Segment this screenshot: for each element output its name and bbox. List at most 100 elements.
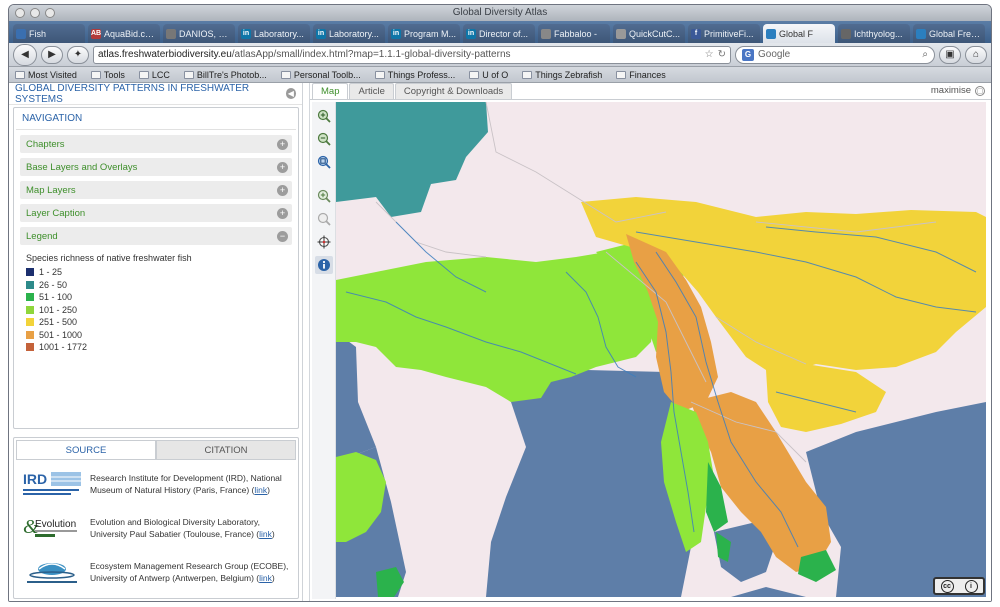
creative-commons-badge[interactable]: cc i <box>933 577 985 595</box>
bookmark-item[interactable]: LCC <box>138 70 170 80</box>
bookmark-star-icon[interactable]: ☆ <box>705 49 714 60</box>
search-bar[interactable]: G Google ⌕ <box>735 45 935 64</box>
svg-text:Evolution: Evolution <box>35 519 76 530</box>
tab-map[interactable]: Map <box>312 83 349 99</box>
legend-swatch <box>26 268 34 277</box>
zoom-previous-button[interactable] <box>315 210 333 228</box>
browser-tab[interactable]: QuickCutC... <box>613 24 685 43</box>
zoom-out-button[interactable] <box>315 130 333 148</box>
expand-icon: + <box>277 207 288 219</box>
search-icon[interactable]: ⌕ <box>922 49 928 60</box>
bookmark-label: Things Zebrafish <box>535 69 603 80</box>
browser-tab[interactable]: in Laboratory... <box>238 24 310 43</box>
zoom-in-button[interactable] <box>315 107 333 125</box>
sidebar: GLOBAL DIVERSITY PATTERNS IN FRESHWATER … <box>9 83 303 601</box>
site-identity-button[interactable]: ✦ <box>67 45 89 64</box>
url-bar[interactable]: atlas.freshwaterbiodiversity.eu/atlasApp… <box>93 45 731 64</box>
identify-button[interactable] <box>315 256 333 274</box>
navigation-sections: Chapters + Base Layers and Overlays + Map La… <box>14 135 298 245</box>
browser-tab[interactable]: in Director of... <box>463 24 535 43</box>
legend-label: 51 - 100 <box>39 292 73 303</box>
institution-logo <box>20 556 84 588</box>
legend-swatch <box>26 293 34 302</box>
institution-logo: IRD <box>20 468 84 500</box>
legend-label: 1 - 25 <box>39 267 63 278</box>
navigation-toolbar: ◀ ▶ ✦ atlas.freshwaterbiodiversity.eu/at… <box>9 43 991 67</box>
section-legend[interactable]: Legend − <box>20 227 292 245</box>
zoom-in-icon <box>317 109 331 123</box>
bookmark-item[interactable]: BillTre's Photob... <box>183 70 267 80</box>
map-frame[interactable]: cc i <box>312 102 989 599</box>
browser-tab[interactable]: in Laboratory... <box>313 24 385 43</box>
search-placeholder: Google <box>758 49 791 60</box>
page-icon <box>541 28 551 39</box>
zoom-box-button[interactable] <box>315 187 333 205</box>
puzzle-icon: ▣ <box>945 49 955 60</box>
bookmark-label: Personal Toolb... <box>293 69 361 80</box>
info-icon <box>318 259 330 271</box>
browser-tab[interactable]: Global Fres... <box>913 24 985 43</box>
folder-icon <box>15 70 25 79</box>
linkedin-icon: in <box>466 28 476 39</box>
browser-tab[interactable]: Fish <box>13 24 85 43</box>
browser-tab[interactable]: AB AquaBid.co... <box>88 24 160 43</box>
forward-button[interactable]: ▶ <box>41 45 63 64</box>
back-arrow-icon: ◀ <box>21 49 29 60</box>
navigation-panel: NAVIGATION Chapters + Base Layers and Over… <box>13 107 299 429</box>
section-layer-caption[interactable]: Layer Caption + <box>20 204 292 222</box>
zoom-extent-button[interactable] <box>315 153 333 171</box>
collapse-panel-icon[interactable]: ◀ <box>285 88 296 99</box>
bookmark-item[interactable]: U of O <box>469 70 508 80</box>
reload-icon[interactable]: ↻ <box>718 49 726 60</box>
source-text: Research Institute for Development (IRD)… <box>90 473 282 495</box>
bookmark-item[interactable]: Personal Toolb... <box>280 69 361 80</box>
browser-tab[interactable]: Global F <box>763 24 835 43</box>
folder-icon <box>616 70 627 79</box>
browser-tab-label: DANIOS, D... <box>179 28 232 39</box>
folder-icon <box>374 70 385 79</box>
bookmark-item[interactable]: Finances <box>616 70 666 80</box>
bookmark-item[interactable]: Things Profess... <box>374 70 455 80</box>
section-base-layers-and-overlays[interactable]: Base Layers and Overlays + <box>20 158 292 176</box>
attribution-icon: i <box>964 579 978 593</box>
bookmark-item[interactable]: Most Visited <box>15 70 77 80</box>
tab-copyright-downloads[interactable]: Copyright & Downloads <box>394 83 513 99</box>
collapse-icon: − <box>277 230 288 242</box>
source-link[interactable]: link <box>259 529 272 539</box>
browser-tab[interactable]: Fabbaloo - <box>538 24 610 43</box>
browser-tab-label: Fabbaloo - <box>554 28 598 39</box>
section-map-layers[interactable]: Map Layers + <box>20 181 292 199</box>
section-chapters[interactable]: Chapters + <box>20 135 292 153</box>
source-link[interactable]: link <box>259 573 272 583</box>
browser-window: Global Diversity Atlas Fish AB AquaBid.co.… <box>8 4 992 602</box>
sidebar-header: GLOBAL DIVERSITY PATTERNS IN FRESHWATER … <box>9 83 302 105</box>
maximise-button[interactable]: maximise ▢ <box>931 85 985 96</box>
cc-icon: cc <box>940 579 954 593</box>
source-list: IRD Research Institute for Development (I… <box>14 462 298 594</box>
browser-tab[interactable]: f PrimitiveFi... <box>688 24 760 43</box>
zoom-out-icon <box>317 132 331 146</box>
browser-tab-label: Ichthyolog... <box>854 28 903 39</box>
legend-label: 501 - 1000 <box>39 329 83 340</box>
tab-strip: Fish AB AquaBid.co... DANIOS, D... in Laborat… <box>9 21 991 43</box>
legend-label: 101 - 250 <box>39 304 78 315</box>
tab-article[interactable]: Article <box>349 83 394 99</box>
source-link[interactable]: link <box>254 485 267 495</box>
home-button[interactable]: ⌂ <box>965 45 987 64</box>
extension-button[interactable]: ▣ <box>939 45 961 64</box>
legend-swatch <box>26 343 34 352</box>
pan-button[interactable] <box>315 233 333 251</box>
bookmark-label: Tools <box>103 69 125 80</box>
bookmark-item[interactable]: Things Zebrafish <box>522 70 602 80</box>
browser-tab[interactable]: in Program M... <box>388 24 460 43</box>
expand-icon: + <box>277 184 288 196</box>
tab-source[interactable]: SOURCE <box>16 440 156 460</box>
browser-tab[interactable]: DANIOS, D... <box>163 24 235 43</box>
bookmark-item[interactable]: Tools <box>90 69 125 80</box>
page-icon <box>841 28 851 39</box>
browser-tab[interactable]: Ichthyolog... <box>838 24 910 43</box>
tab-citation[interactable]: CITATION <box>156 440 296 460</box>
zoom-previous-icon <box>317 212 331 226</box>
folder-icon <box>183 70 194 79</box>
back-button[interactable]: ◀ <box>13 43 37 66</box>
